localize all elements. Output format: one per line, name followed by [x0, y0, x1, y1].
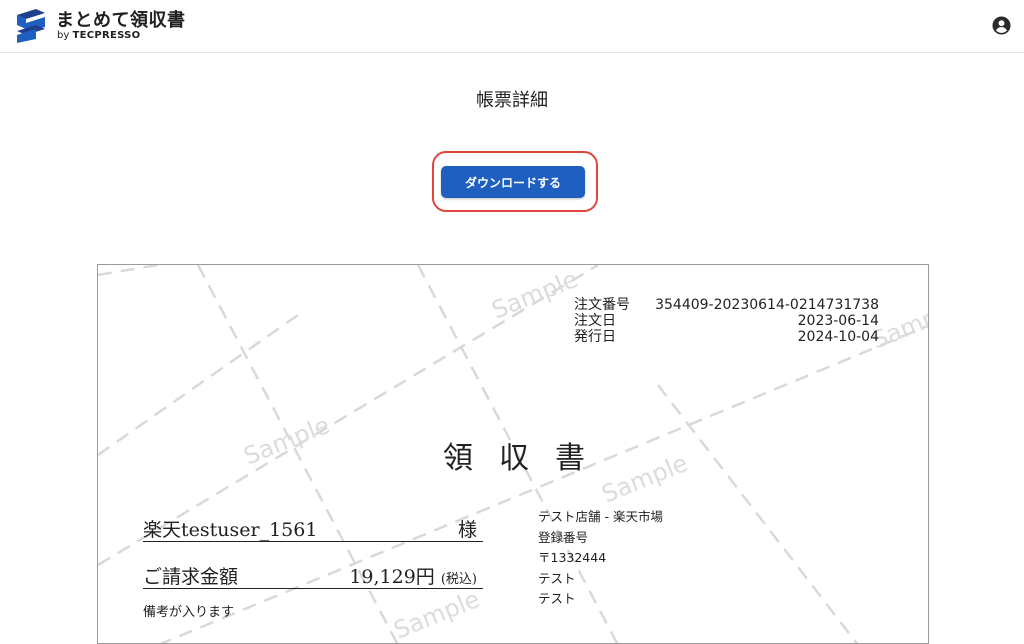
watermark-text: Sample [390, 585, 484, 644]
order-number-row: 注文番号 354409-20230614-0214731738 [574, 297, 879, 313]
receipt-preview: Sample Sample Sample Sample Sample 注文番号 … [97, 264, 929, 644]
amount-value-group: 19,129円 (税込) [349, 562, 477, 589]
order-meta: 注文番号 354409-20230614-0214731738 注文日 2023… [574, 297, 879, 345]
store-address-line1: テスト [538, 570, 576, 586]
store-name: テスト店舗 - 楽天市場 [538, 509, 663, 524]
issue-date-label: 発行日 [574, 329, 616, 345]
issue-date-value: 2024-10-04 [797, 329, 879, 345]
order-number-value: 354409-20230614-0214731738 [655, 297, 879, 313]
customer-name: 楽天testuser_1561 [143, 519, 318, 541]
download-button[interactable]: ダウンロードする [441, 166, 585, 198]
brand-byline: by TECPRESSO [57, 30, 140, 41]
brand-name: TECPRESSO [72, 30, 141, 41]
page-title: 帳票詳細 [476, 90, 548, 111]
watermark-text: Sample [488, 265, 582, 325]
order-date-label: 注文日 [574, 313, 616, 329]
order-date-value: 2023-06-14 [797, 313, 879, 329]
order-date-row: 注文日 2023-06-14 [574, 313, 879, 329]
app-title[interactable]: まとめて領収書 [56, 6, 186, 32]
amount-label: ご請求金額 [143, 566, 239, 588]
store-postal: 〒1332444 [538, 550, 607, 565]
receipt-title: 領収書 [443, 441, 611, 476]
store-address-line2: テスト [538, 591, 576, 606]
store-info: テスト店舗 - 楽天市場 登録番号 〒1332444 テスト テスト [538, 507, 663, 610]
customer-honorific: 様 [457, 519, 477, 541]
customer-line: 楽天testuser_1561 様 [143, 511, 483, 542]
registration-label: 登録番号 [538, 529, 589, 545]
tax-note: (税込) [440, 572, 477, 587]
amount-line: ご請求金額 19,129円 (税込) [143, 559, 483, 589]
account-circle-icon[interactable] [992, 16, 1011, 35]
app-header: まとめて領収書 by TECPRESSO [0, 0, 1024, 53]
remarks: 備考が入ります [143, 605, 235, 620]
order-number-label: 注文番号 [574, 297, 630, 313]
issue-date-row: 発行日 2024-10-04 [574, 329, 879, 345]
by-label: by [57, 30, 70, 41]
s-shape-logo-icon[interactable] [14, 9, 48, 43]
amount-value: 19,129円 [349, 566, 435, 588]
